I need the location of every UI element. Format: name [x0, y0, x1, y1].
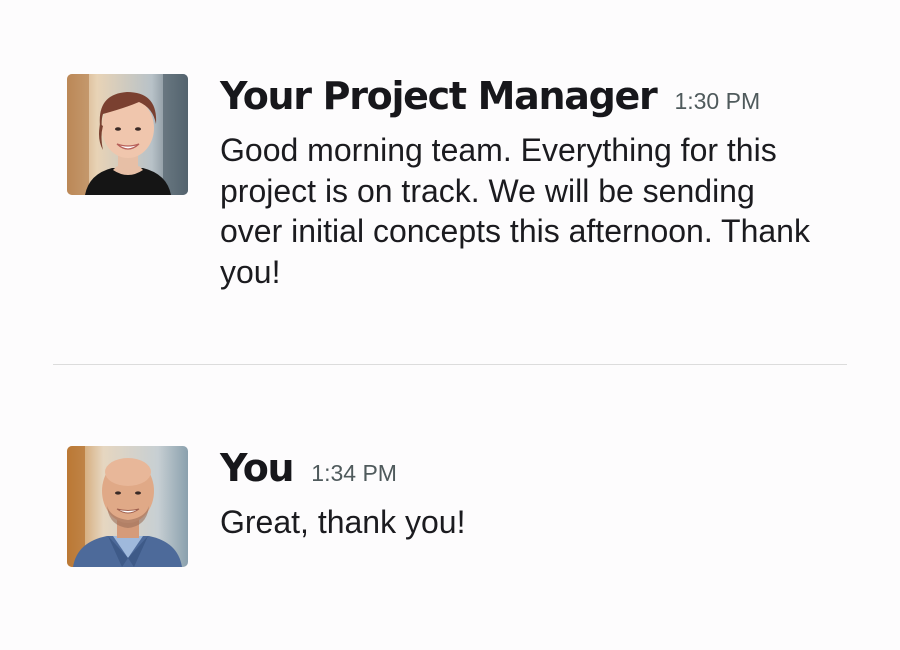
message-header: You 1:34 PM: [220, 444, 820, 492]
chat-message: You 1:34 PM Great, thank you!: [67, 446, 847, 567]
chat-message: Your Project Manager 1:30 PM Good mornin…: [67, 74, 847, 292]
avatar[interactable]: [67, 446, 188, 567]
avatar[interactable]: [67, 74, 188, 195]
sender-name[interactable]: Your Project Manager: [220, 72, 658, 120]
message-timestamp: 1:34 PM: [311, 460, 397, 486]
message-text: Great, thank you!: [220, 504, 466, 540]
message-content: You 1:34 PM Great, thank you!: [220, 446, 820, 567]
message-text: Good morning team. Everything for this p…: [220, 132, 810, 290]
message-header: Your Project Manager 1:30 PM: [220, 72, 820, 120]
sender-name[interactable]: You: [220, 444, 295, 492]
message-timestamp: 1:30 PM: [674, 88, 761, 114]
message-divider: [53, 364, 847, 365]
message-content: Your Project Manager 1:30 PM Good mornin…: [220, 74, 820, 292]
woman-portrait-avatar: [67, 74, 188, 195]
man-portrait-avatar: [67, 446, 188, 567]
